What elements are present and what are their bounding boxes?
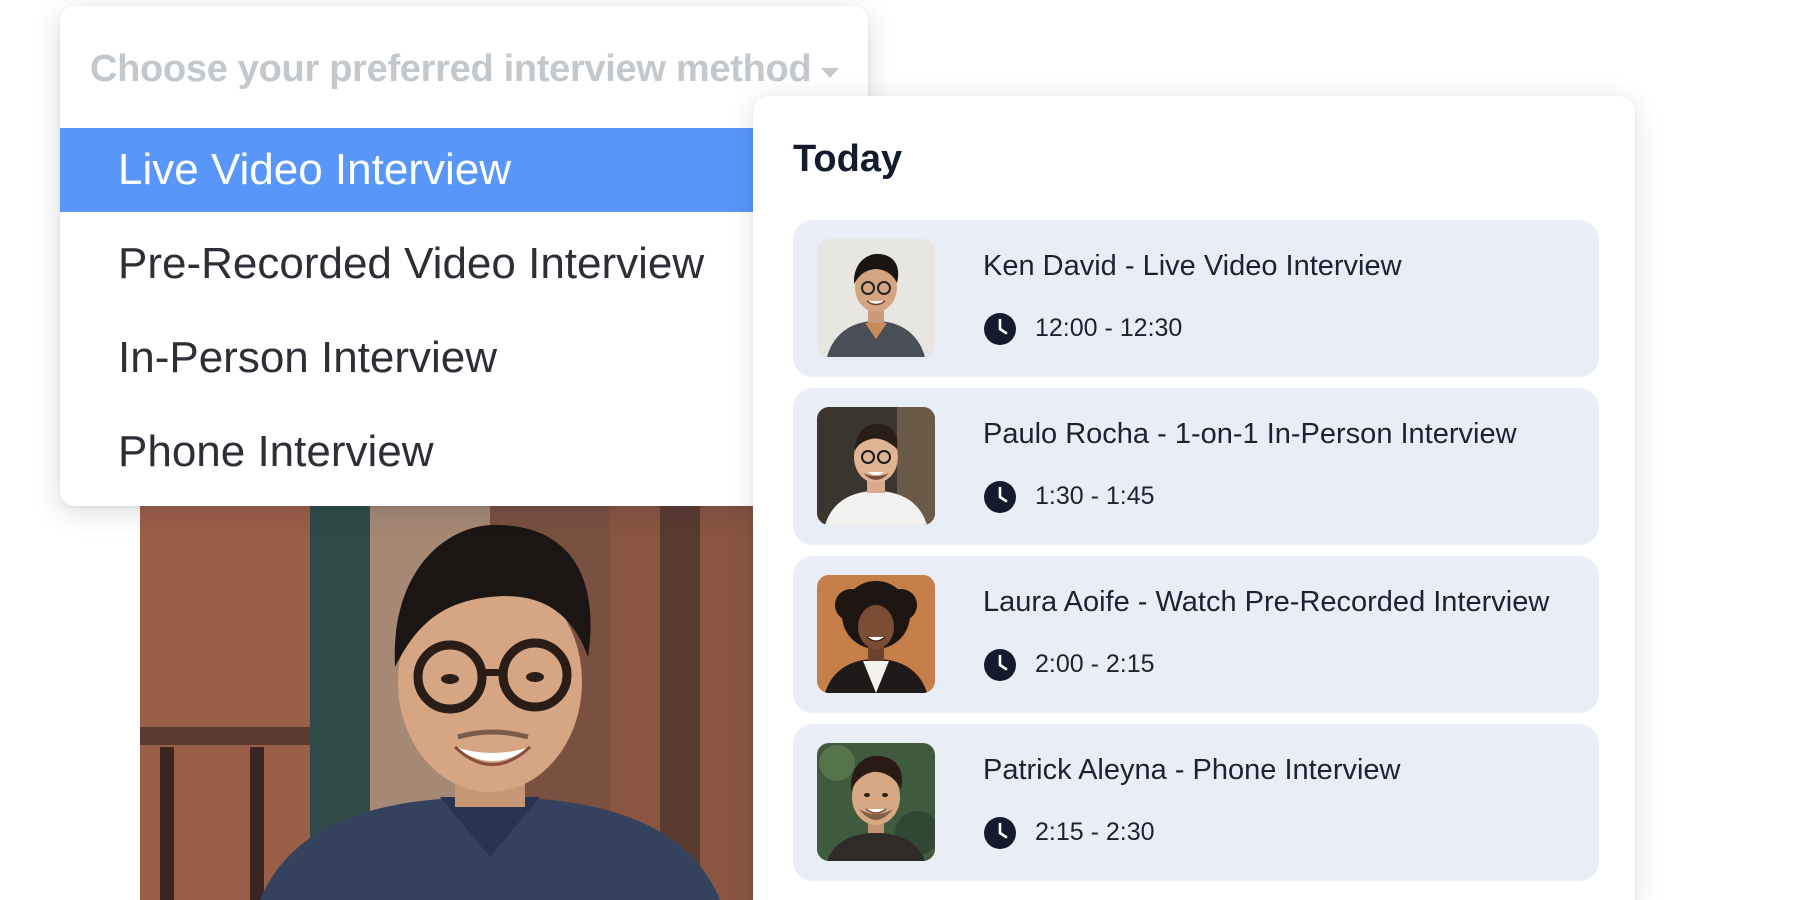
dropdown-placeholder: Choose your preferred interview method [90,48,812,90]
schedule-title: Today [793,138,903,180]
interview-scheduler-illustration: Choose your preferred interview method L… [0,0,1805,900]
avatar [817,743,935,861]
interview-card[interactable]: Paulo Rocha - 1-on-1 In-Person Interview… [793,388,1599,545]
avatar [817,575,935,693]
avatar [817,407,935,525]
interview-title: Patrick Aleyna - Phone Interview [983,754,1401,786]
option-label: Live Video Interview [118,145,511,194]
interview-method-dropdown[interactable]: Choose your preferred interview method L… [60,6,868,506]
option-phone-interview[interactable]: Phone Interview [60,410,868,494]
interview-card[interactable]: Laura Aoife - Watch Pre-Recorded Intervi… [793,556,1599,713]
video-call-photo [140,497,760,900]
interview-time: 1:30 - 1:45 [1035,482,1155,510]
today-schedule-panel: Today Ken David - Live Video Interview 1… [753,96,1635,900]
clock-icon [984,649,1016,681]
avatar [817,239,935,357]
option-live-video-interview[interactable]: Live Video Interview [60,128,868,212]
interview-time: 12:00 - 12:30 [1035,314,1183,342]
interview-title: Paulo Rocha - 1-on-1 In-Person Interview [983,418,1517,450]
option-pre-recorded-video-interview[interactable]: Pre-Recorded Video Interview [60,222,868,306]
interview-card[interactable]: Ken David - Live Video Interview 12:00 -… [793,220,1599,377]
interview-time: 2:15 - 2:30 [1035,818,1155,846]
clock-icon [984,313,1016,345]
option-label: Pre-Recorded Video Interview [118,239,705,288]
interview-card[interactable]: Patrick Aleyna - Phone Interview 2:15 - … [793,724,1599,881]
option-label: In-Person Interview [118,333,498,382]
clock-icon [984,817,1016,849]
caret-down-icon [821,68,839,78]
dropdown-trigger[interactable]: Choose your preferred interview method [60,6,868,128]
option-label: Phone Interview [118,427,434,476]
clock-icon [984,481,1016,513]
interview-time: 2:00 - 2:15 [1035,650,1155,678]
interview-title: Ken David - Live Video Interview [983,250,1402,282]
interview-title: Laura Aoife - Watch Pre-Recorded Intervi… [983,586,1550,618]
option-in-person-interview[interactable]: In-Person Interview [60,316,868,400]
